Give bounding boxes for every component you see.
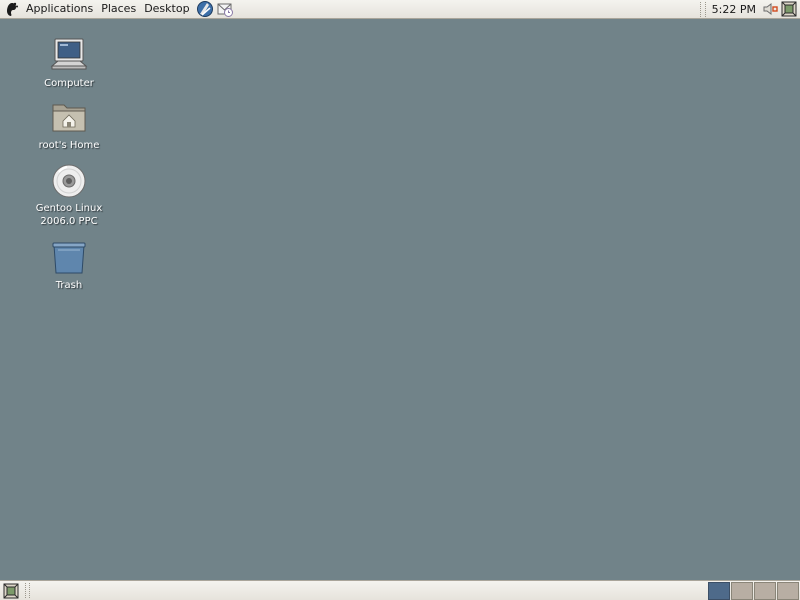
show-desktop-button[interactable] (1, 582, 21, 599)
desktop-icon-label: Trash (55, 280, 83, 291)
panel-separator[interactable] (699, 1, 706, 17)
workspace-4[interactable] (777, 581, 799, 600)
panel-separator[interactable] (25, 583, 30, 598)
desktop-icon-computer[interactable]: Computer (14, 36, 124, 90)
show-desktop-icon (3, 583, 19, 598)
trash-icon (52, 242, 86, 274)
desktop-icon-home[interactable]: root's Home (14, 100, 124, 152)
mail-client-icon[interactable] (216, 0, 234, 18)
clock[interactable]: 5:22 PM (712, 3, 762, 16)
workspace-1[interactable] (708, 581, 730, 600)
workspace-switcher (708, 581, 800, 600)
menu-applications[interactable]: Applications (22, 0, 97, 18)
desktop-icon-label: root's Home (38, 140, 100, 151)
volume-muted-icon[interactable] (762, 1, 778, 17)
desktop-icon-label: Gentoo Linux 2006.0 PPC (35, 203, 103, 227)
desktop-icon-label: Computer (44, 78, 94, 89)
web-browser-icon[interactable] (196, 0, 214, 18)
bottom-panel (0, 580, 800, 600)
desktop-icon-cdrom[interactable]: Gentoo Linux 2006.0 PPC (14, 163, 124, 228)
workspace-2[interactable] (731, 581, 753, 600)
network-status-icon[interactable] (781, 1, 797, 17)
workspace-3[interactable] (754, 581, 776, 600)
cd-disc-icon (52, 164, 86, 198)
desktop-icon-trash[interactable]: Trash (14, 240, 124, 292)
gnome-foot-icon[interactable] (3, 1, 19, 17)
computer-icon (50, 38, 88, 70)
menu-places[interactable]: Places (97, 0, 140, 18)
menu-desktop[interactable]: Desktop (140, 0, 193, 18)
home-folder-icon (52, 104, 86, 132)
top-panel: Applications Places Desktop 5:22 PM (0, 0, 800, 19)
